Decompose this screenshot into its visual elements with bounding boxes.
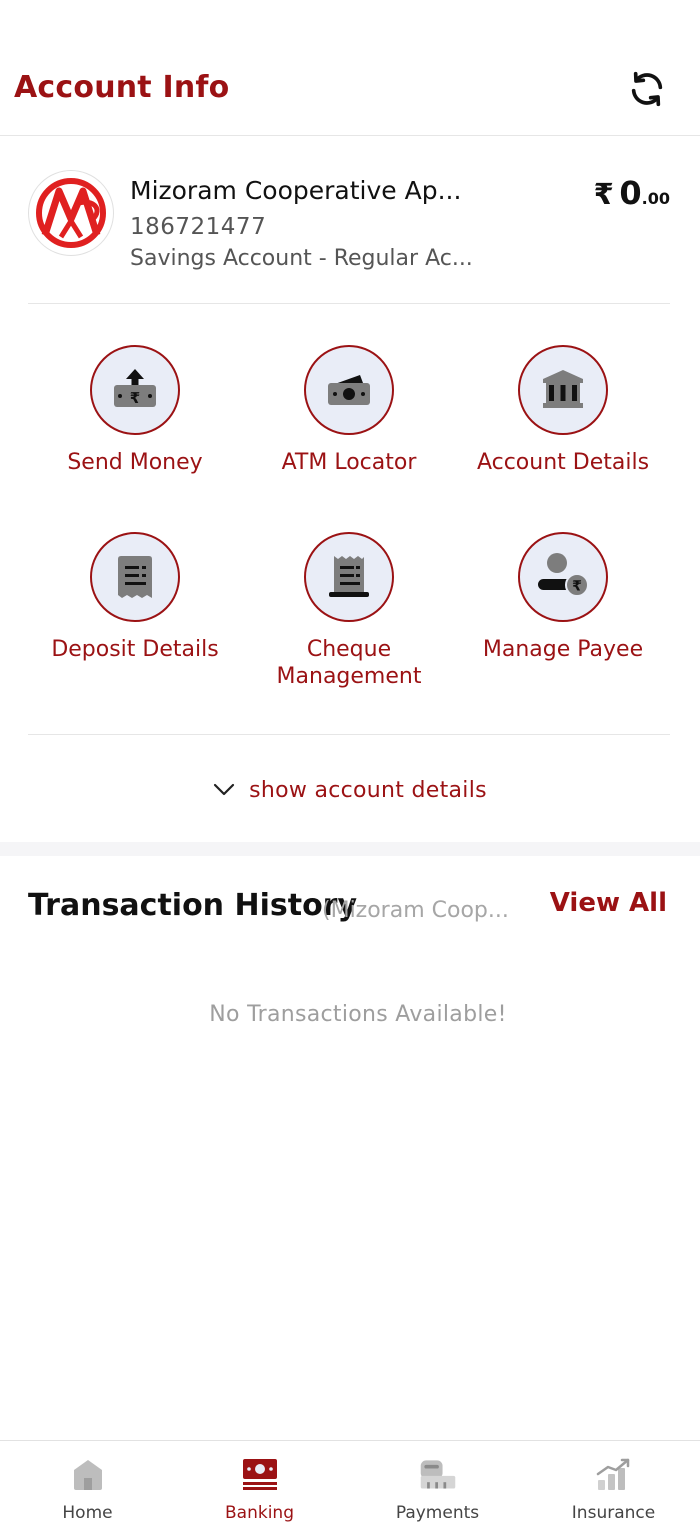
- payments-icon: [420, 1460, 455, 1489]
- nav-banking-label: Banking: [225, 1503, 294, 1522]
- bank-icon: [543, 370, 583, 408]
- account-number: 186721477: [130, 214, 267, 240]
- account-balance: ₹ 0.00: [594, 174, 670, 212]
- section-divider: [0, 842, 700, 856]
- bottom-navigation: Home Banking Payments Insurance: [0, 1440, 700, 1522]
- receipt-icon: [118, 556, 152, 598]
- bank-logo: [28, 170, 114, 256]
- account-details-button[interactable]: Account Details: [456, 345, 670, 476]
- balance-integer: 0: [619, 174, 642, 212]
- balance-decimal: .00: [641, 189, 670, 208]
- nav-payments-label: Payments: [395, 1503, 480, 1522]
- nav-home-label: Home: [62, 1503, 113, 1522]
- show-account-details-toggle[interactable]: show account details: [0, 760, 700, 820]
- transaction-history-title: Transaction History: [28, 888, 358, 923]
- svg-text:₹: ₹: [572, 579, 582, 595]
- home-icon: [73, 1460, 102, 1490]
- atm-locator-label: ATM Locator: [281, 450, 417, 475]
- bank-name: Mizoram Cooperative Ap...: [130, 176, 462, 205]
- show-account-details-label: show account details: [249, 777, 487, 803]
- nav-banking[interactable]: Banking: [172, 1441, 347, 1522]
- refresh-icon[interactable]: [624, 66, 670, 112]
- view-all-link[interactable]: View All: [550, 888, 667, 918]
- account-type: Savings Account - Regular Ac...: [130, 246, 473, 271]
- deposit-details-button[interactable]: Deposit Details: [28, 532, 242, 663]
- send-money-button[interactable]: ₹ Send Money: [28, 345, 242, 476]
- page-title: Account Info: [14, 70, 230, 105]
- nav-payments[interactable]: Payments: [350, 1441, 525, 1522]
- send-money-icon: ₹: [114, 369, 156, 407]
- nav-insurance[interactable]: Insurance: [526, 1441, 700, 1522]
- account-details-label: Account Details: [476, 450, 650, 475]
- transaction-history-bank: (Mizoram Coop...: [322, 898, 509, 923]
- account-card[interactable]: Mizoram Cooperative Ap... 186721477 Savi…: [28, 160, 670, 304]
- atm-icon: [328, 375, 370, 405]
- cheque-management-button[interactable]: Cheque Management: [242, 532, 456, 690]
- payee-icon: ₹: [538, 553, 589, 597]
- send-money-label: Send Money: [67, 450, 203, 475]
- chevron-down-icon: [213, 783, 235, 796]
- manage-payee-label: Manage Payee: [482, 637, 644, 662]
- cheque-icon: [329, 556, 369, 597]
- atm-locator-button[interactable]: ATM Locator: [242, 345, 456, 476]
- account-actions-grid: ₹ Send Money ATM Locator Account Details…: [28, 304, 670, 735]
- svg-text:₹: ₹: [130, 389, 140, 407]
- nav-home[interactable]: Home: [0, 1441, 175, 1522]
- manage-payee-button[interactable]: ₹ Manage Payee: [456, 532, 670, 663]
- banking-icon: [242, 1459, 277, 1490]
- insurance-icon: [596, 1458, 629, 1490]
- nav-insurance-label: Insurance: [571, 1503, 656, 1522]
- cheque-management-label: Cheque Management: [276, 637, 422, 689]
- app-header: Account Info: [0, 0, 700, 136]
- currency-symbol: ₹: [593, 177, 614, 211]
- empty-transactions-message: No Transactions Available!: [209, 1002, 507, 1027]
- deposit-details-label: Deposit Details: [51, 637, 219, 662]
